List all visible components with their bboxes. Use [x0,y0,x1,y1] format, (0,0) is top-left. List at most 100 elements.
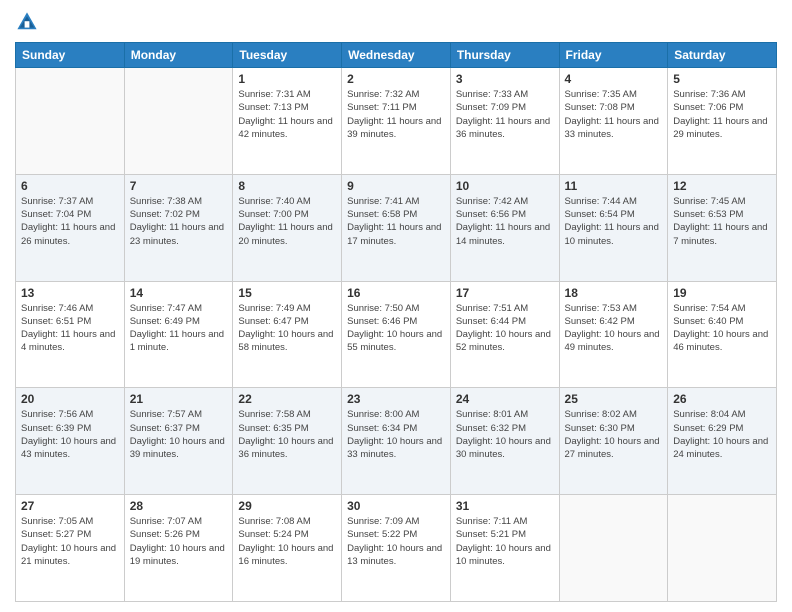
day-number: 13 [21,286,119,300]
day-number: 27 [21,499,119,513]
calendar-cell: 20 Sunrise: 7:56 AM Sunset: 6:39 PM Dayli… [16,388,125,495]
calendar-cell: 4 Sunrise: 7:35 AM Sunset: 7:08 PM Daylig… [559,68,668,175]
day-info: Sunrise: 7:49 AM Sunset: 6:47 PM Dayligh… [238,302,336,355]
calendar-cell: 10 Sunrise: 7:42 AM Sunset: 6:56 PM Dayli… [450,174,559,281]
calendar-cell: 2 Sunrise: 7:32 AM Sunset: 7:11 PM Daylig… [342,68,451,175]
calendar-cell: 29 Sunrise: 7:08 AM Sunset: 5:24 PM Dayli… [233,495,342,602]
week-row-3: 13 Sunrise: 7:46 AM Sunset: 6:51 PM Dayli… [16,281,777,388]
day-info: Sunrise: 8:02 AM Sunset: 6:30 PM Dayligh… [565,408,663,461]
logo-icon [15,10,39,34]
weekday-header-saturday: Saturday [668,43,777,68]
day-number: 4 [565,72,663,86]
day-number: 16 [347,286,445,300]
day-info: Sunrise: 7:38 AM Sunset: 7:02 PM Dayligh… [130,195,228,248]
day-info: Sunrise: 7:42 AM Sunset: 6:56 PM Dayligh… [456,195,554,248]
calendar-cell: 5 Sunrise: 7:36 AM Sunset: 7:06 PM Daylig… [668,68,777,175]
day-number: 9 [347,179,445,193]
day-info: Sunrise: 7:36 AM Sunset: 7:06 PM Dayligh… [673,88,771,141]
day-info: Sunrise: 7:11 AM Sunset: 5:21 PM Dayligh… [456,515,554,568]
day-info: Sunrise: 7:44 AM Sunset: 6:54 PM Dayligh… [565,195,663,248]
day-number: 6 [21,179,119,193]
calendar-cell: 13 Sunrise: 7:46 AM Sunset: 6:51 PM Dayli… [16,281,125,388]
day-info: Sunrise: 7:09 AM Sunset: 5:22 PM Dayligh… [347,515,445,568]
week-row-5: 27 Sunrise: 7:05 AM Sunset: 5:27 PM Dayli… [16,495,777,602]
day-info: Sunrise: 8:00 AM Sunset: 6:34 PM Dayligh… [347,408,445,461]
calendar-cell: 14 Sunrise: 7:47 AM Sunset: 6:49 PM Dayli… [124,281,233,388]
calendar-cell: 7Sunrise: 7:38 AM Sunset: 7:02 PM Daylig… [124,174,233,281]
day-number: 2 [347,72,445,86]
day-info: Sunrise: 7:58 AM Sunset: 6:35 PM Dayligh… [238,408,336,461]
calendar-cell: 18 Sunrise: 7:53 AM Sunset: 6:42 PM Dayli… [559,281,668,388]
day-number: 15 [238,286,336,300]
calendar-cell: 24Sunrise: 8:01 AM Sunset: 6:32 PM Dayli… [450,388,559,495]
calendar-cell: 8 Sunrise: 7:40 AM Sunset: 7:00 PM Daylig… [233,174,342,281]
calendar-cell: 1 Sunrise: 7:31 AM Sunset: 7:13 PM Daylig… [233,68,342,175]
calendar-cell: 27 Sunrise: 7:05 AM Sunset: 5:27 PM Dayli… [16,495,125,602]
calendar-cell: 30 Sunrise: 7:09 AM Sunset: 5:22 PM Dayli… [342,495,451,602]
day-number: 14 [130,286,228,300]
day-info: Sunrise: 7:47 AM Sunset: 6:49 PM Dayligh… [130,302,228,355]
day-number: 20 [21,392,119,406]
weekday-header-sunday: Sunday [16,43,125,68]
day-number: 25 [565,392,663,406]
day-info: Sunrise: 7:46 AM Sunset: 6:51 PM Dayligh… [21,302,119,355]
day-info: Sunrise: 7:54 AM Sunset: 6:40 PM Dayligh… [673,302,771,355]
calendar-cell: 17Sunrise: 7:51 AM Sunset: 6:44 PM Dayli… [450,281,559,388]
calendar-cell: 31 Sunrise: 7:11 AM Sunset: 5:21 PM Dayli… [450,495,559,602]
calendar-cell [559,495,668,602]
calendar-table: SundayMondayTuesdayWednesdayThursdayFrid… [15,42,777,602]
day-number: 12 [673,179,771,193]
calendar-cell [668,495,777,602]
calendar-cell: 6Sunrise: 7:37 AM Sunset: 7:04 PM Daylig… [16,174,125,281]
calendar-cell: 11 Sunrise: 7:44 AM Sunset: 6:54 PM Dayli… [559,174,668,281]
calendar-cell: 9 Sunrise: 7:41 AM Sunset: 6:58 PM Daylig… [342,174,451,281]
day-number: 8 [238,179,336,193]
day-info: Sunrise: 7:05 AM Sunset: 5:27 PM Dayligh… [21,515,119,568]
day-number: 31 [456,499,554,513]
day-info: Sunrise: 7:33 AM Sunset: 7:09 PM Dayligh… [456,88,554,141]
day-info: Sunrise: 7:35 AM Sunset: 7:08 PM Dayligh… [565,88,663,141]
week-row-2: 6Sunrise: 7:37 AM Sunset: 7:04 PM Daylig… [16,174,777,281]
weekday-header-friday: Friday [559,43,668,68]
day-number: 5 [673,72,771,86]
day-info: Sunrise: 7:31 AM Sunset: 7:13 PM Dayligh… [238,88,336,141]
calendar-cell: 15 Sunrise: 7:49 AM Sunset: 6:47 PM Dayli… [233,281,342,388]
page: SundayMondayTuesdayWednesdayThursdayFrid… [0,0,792,612]
day-number: 1 [238,72,336,86]
weekday-header-row: SundayMondayTuesdayWednesdayThursdayFrid… [16,43,777,68]
day-number: 3 [456,72,554,86]
day-number: 28 [130,499,228,513]
day-info: Sunrise: 7:53 AM Sunset: 6:42 PM Dayligh… [565,302,663,355]
week-row-1: 1 Sunrise: 7:31 AM Sunset: 7:13 PM Daylig… [16,68,777,175]
day-number: 18 [565,286,663,300]
day-number: 10 [456,179,554,193]
day-info: Sunrise: 7:57 AM Sunset: 6:37 PM Dayligh… [130,408,228,461]
day-info: Sunrise: 7:41 AM Sunset: 6:58 PM Dayligh… [347,195,445,248]
calendar-cell: 19 Sunrise: 7:54 AM Sunset: 6:40 PM Dayli… [668,281,777,388]
calendar-cell: 23Sunrise: 8:00 AM Sunset: 6:34 PM Dayli… [342,388,451,495]
day-number: 21 [130,392,228,406]
calendar-cell: 16Sunrise: 7:50 AM Sunset: 6:46 PM Dayli… [342,281,451,388]
weekday-header-monday: Monday [124,43,233,68]
day-number: 30 [347,499,445,513]
weekday-header-thursday: Thursday [450,43,559,68]
day-number: 29 [238,499,336,513]
day-number: 26 [673,392,771,406]
calendar-cell [16,68,125,175]
calendar-cell: 12 Sunrise: 7:45 AM Sunset: 6:53 PM Dayli… [668,174,777,281]
day-info: Sunrise: 7:32 AM Sunset: 7:11 PM Dayligh… [347,88,445,141]
day-info: Sunrise: 7:56 AM Sunset: 6:39 PM Dayligh… [21,408,119,461]
day-info: Sunrise: 8:01 AM Sunset: 6:32 PM Dayligh… [456,408,554,461]
day-info: Sunrise: 7:08 AM Sunset: 5:24 PM Dayligh… [238,515,336,568]
calendar-cell: 28Sunrise: 7:07 AM Sunset: 5:26 PM Dayli… [124,495,233,602]
day-info: Sunrise: 7:45 AM Sunset: 6:53 PM Dayligh… [673,195,771,248]
calendar-cell [124,68,233,175]
day-info: Sunrise: 7:51 AM Sunset: 6:44 PM Dayligh… [456,302,554,355]
day-info: Sunrise: 7:40 AM Sunset: 7:00 PM Dayligh… [238,195,336,248]
day-number: 19 [673,286,771,300]
week-row-4: 20 Sunrise: 7:56 AM Sunset: 6:39 PM Dayli… [16,388,777,495]
day-info: Sunrise: 8:04 AM Sunset: 6:29 PM Dayligh… [673,408,771,461]
calendar-cell: 21 Sunrise: 7:57 AM Sunset: 6:37 PM Dayli… [124,388,233,495]
calendar-cell: 22Sunrise: 7:58 AM Sunset: 6:35 PM Dayli… [233,388,342,495]
day-number: 11 [565,179,663,193]
